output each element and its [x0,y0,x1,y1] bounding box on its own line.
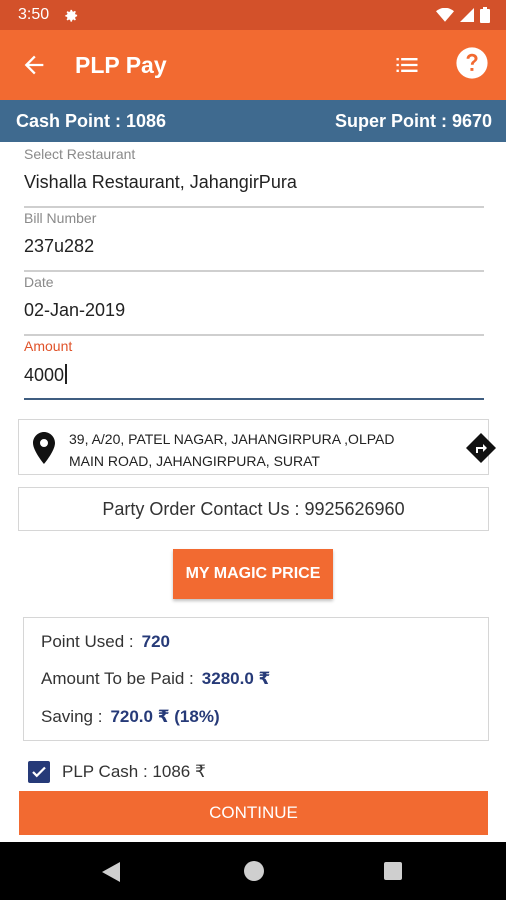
text-cursor [65,364,68,384]
saving-label: Saving : [41,707,103,726]
page-title: PLP Pay [75,52,167,78]
address-card: 39, A/20, PATEL NAGAR, JAHANGIRPURA ,OLP… [18,419,496,475]
restaurant-input[interactable]: Vishalla Restaurant, JahangirPura [24,172,484,208]
nav-back-icon[interactable] [102,862,120,887]
address-line-2: MAIN ROAD, JAHANGIRPURA, SURAT [69,453,320,469]
amount-paid-label: Amount To be Paid : [41,669,194,688]
continue-button[interactable]: CONTINUE [19,791,488,835]
plp-cash-label: PLP Cash : 1086 ₹ [62,762,206,781]
amount-paid-value: 3280.0 ₹ [201,669,271,688]
cash-point-label: Cash Point : 1086 [16,111,167,131]
signal-icon [460,8,474,27]
restaurant-field[interactable]: Select Restaurant Vishalla Restaurant, J… [24,146,484,208]
restaurant-label: Select Restaurant [24,146,136,162]
bill-number-input[interactable]: 237u282 [24,236,484,272]
bill-number-label: Bill Number [24,210,97,226]
magic-price-button[interactable]: MY MAGIC PRICE [173,549,333,599]
payment-summary: Point Used : 720 Amount To be Paid : 3280.… [23,617,489,741]
wifi-icon [436,7,454,27]
points-used-label: Point Used : [41,632,134,651]
amount-input[interactable]: 4000 [24,364,484,400]
app-bar: PLP Pay [0,30,506,100]
help-circle-icon[interactable] [455,46,489,80]
bill-number-field[interactable]: Bill Number 237u282 [24,210,484,272]
plp-cash-checkbox[interactable] [28,761,50,783]
super-point-label: Super Point : 9670 [334,111,492,131]
date-label: Date [24,274,54,290]
amount-field[interactable]: Amount 4000 [24,338,484,400]
gear-icon [64,8,79,23]
directions-icon[interactable] [465,432,497,464]
nav-recents-icon[interactable] [384,862,402,880]
map-pin-icon [33,432,55,464]
amount-value: 4000 [24,365,65,385]
amount-paid-row: Amount To be Paid : 3280.0 ₹ [41,669,270,689]
contact-card[interactable]: Party Order Contact Us : 9925626960 [18,487,489,531]
address-line-1: 39, A/20, PATEL NAGAR, JAHANGIRPURA ,OLP… [69,431,395,447]
status-time: 3:50 [18,6,50,23]
saving-row: Saving : 720.0 ₹ (18%) [41,707,220,727]
nav-home-icon[interactable] [244,861,264,881]
address-text: 39, A/20, PATEL NAGAR, JAHANGIRPURA ,OLP… [69,428,439,472]
amount-label: Amount [24,338,73,354]
status-bar: 3:50 [0,0,506,30]
date-field[interactable]: Date 02-Jan-2019 [24,274,484,336]
system-nav-bar [0,842,506,900]
saving-value: 720.0 ₹ (18%) [110,707,220,726]
list-icon[interactable] [393,51,421,79]
battery-icon [480,7,490,28]
points-used-row: Point Used : 720 [41,632,170,652]
points-used-value: 720 [141,632,170,651]
date-input[interactable]: 02-Jan-2019 [24,300,484,336]
arrow-left-icon[interactable] [20,51,48,79]
points-bar: Cash Point : 1086 Super Point : 9670 [0,100,506,142]
